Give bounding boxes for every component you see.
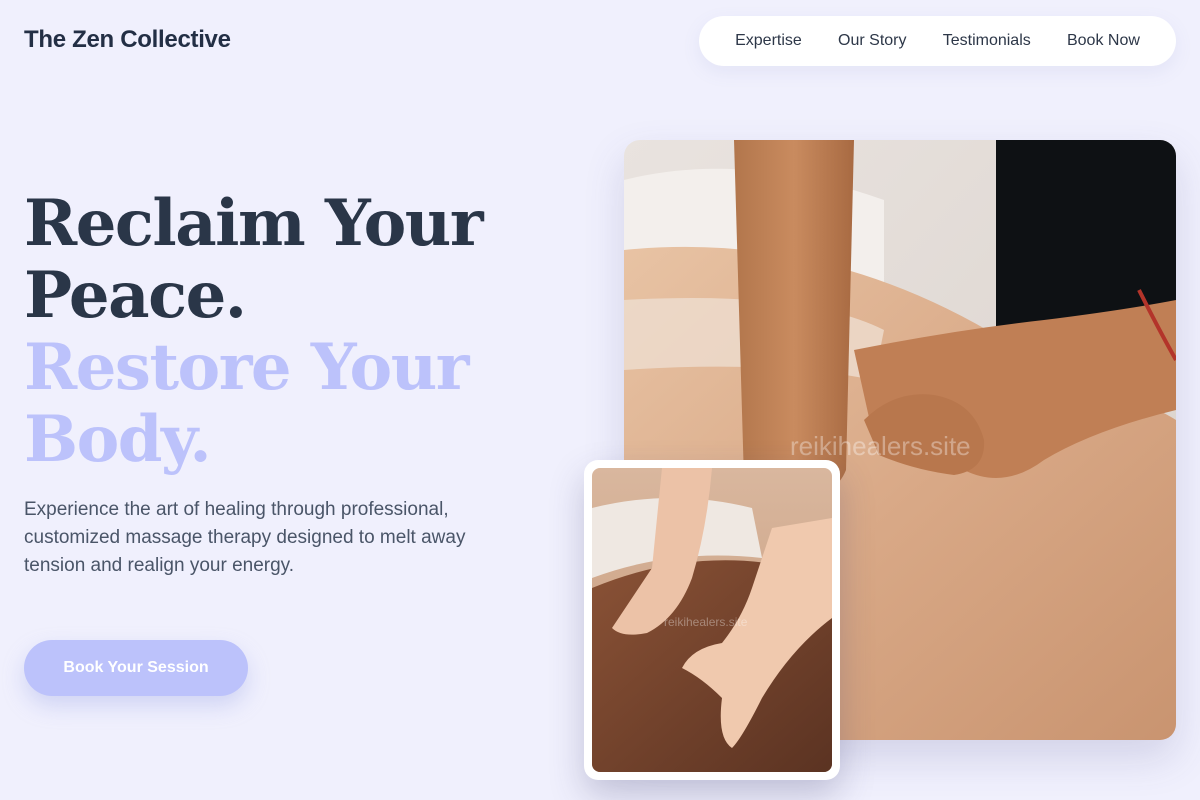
book-session-button[interactable]: Book Your Session <box>24 640 248 696</box>
hero-description: Experience the art of healing through pr… <box>24 499 466 576</box>
brand-logo[interactable]: The Zen Collective <box>24 26 231 54</box>
hero-subtitle-line-2: Body. <box>24 402 212 477</box>
main-nav: Expertise Our Story Testimonials Book No… <box>699 16 1176 66</box>
nav-link-expertise[interactable]: Expertise <box>731 26 806 56</box>
nav-link-book-now[interactable]: Book Now <box>1063 26 1144 56</box>
hero-title-line-1: Reclaim Your <box>24 186 484 261</box>
hero-title-line-2: Peace. <box>24 258 247 333</box>
landing-page: The Zen Collective Expertise Our Story T… <box>0 0 1200 800</box>
svg-text:reikihealers.site: reikihealers.site <box>664 615 748 629</box>
nav-link-testimonials[interactable]: Testimonials <box>939 26 1035 56</box>
hero-subtitle-line-1: Restore Your <box>24 330 469 405</box>
svg-text:reikihealers.site: reikihealers.site <box>790 431 971 461</box>
nav-link-our-story[interactable]: Our Story <box>834 26 910 56</box>
massage-detail-illustration: reikihealers.site <box>592 468 832 772</box>
hero-heading: Reclaim Your Peace. Restore Your Body. <box>24 186 484 477</box>
massage-detail-image: reikihealers.site <box>584 460 840 780</box>
